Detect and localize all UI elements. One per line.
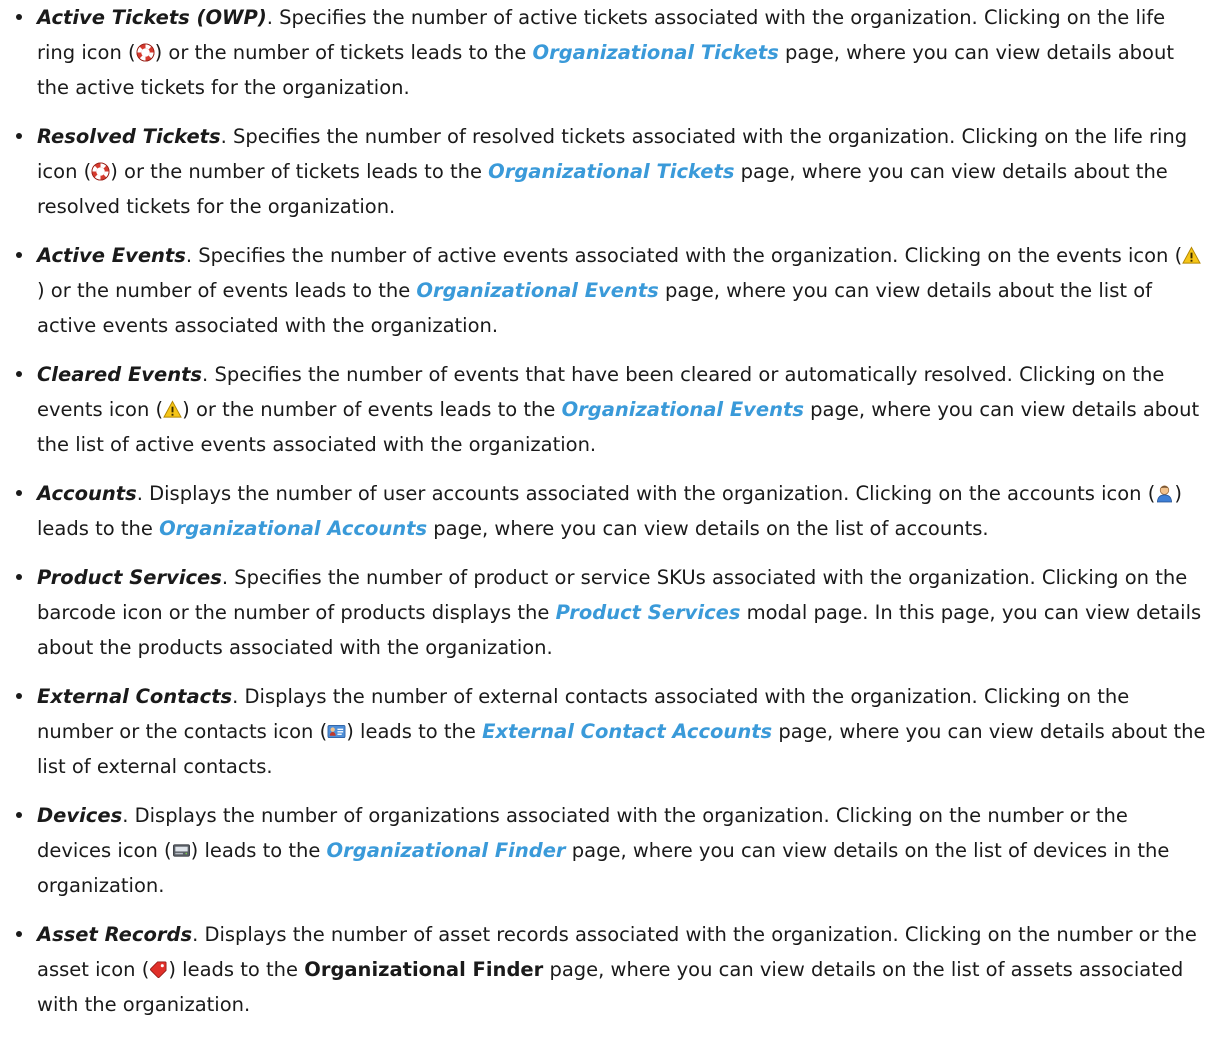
warning-icon[interactable] <box>1182 246 1202 265</box>
term: Active Tickets (OWP) <box>37 6 267 29</box>
list-item: Active Events. Specifies the number of a… <box>0 238 1216 343</box>
organizational-tickets-link[interactable]: Organizational Tickets <box>488 160 734 183</box>
organizational-tickets-link[interactable]: Organizational Tickets <box>533 41 779 64</box>
list-item: Asset Records. Displays the number of as… <box>0 917 1216 1022</box>
list-item: Active Tickets (OWP). Specifies the numb… <box>0 0 1216 105</box>
list-item: Accounts. Displays the number of user ac… <box>0 476 1216 546</box>
field-description-list: Active Tickets (OWP) . Specifies the numb… <box>0 0 1216 1022</box>
list-item: External Contacts. Displays the number o… <box>0 679 1216 784</box>
description-text: ) leads to the <box>190 839 327 862</box>
description-text: ) leads to the <box>168 958 305 981</box>
term: Asset Records <box>37 923 193 946</box>
external-contact-accounts-link[interactable]: External Contact Accounts <box>482 720 772 743</box>
organizational-finder-reference: Organizational Finder <box>304 958 544 981</box>
list-item: Devices. Displays the number of organiza… <box>0 798 1216 903</box>
term: Product Services <box>37 566 222 589</box>
term: Resolved Tickets <box>37 125 221 148</box>
description-text: ) leads to the <box>346 720 483 743</box>
term: Accounts <box>37 482 137 505</box>
device-icon[interactable] <box>172 841 191 860</box>
term: Cleared Events <box>37 363 203 386</box>
asset-tag-icon[interactable] <box>149 960 168 979</box>
warning-icon[interactable] <box>163 400 182 419</box>
life-ring-icon[interactable] <box>91 162 110 181</box>
contact-card-icon[interactable] <box>327 722 346 741</box>
description-text: ) or the number of events leads to the <box>182 398 562 421</box>
product-services-link[interactable]: Product Services <box>556 601 741 624</box>
description-text: . Displays the number of user accounts a… <box>136 482 1156 505</box>
user-icon[interactable] <box>1155 484 1174 503</box>
term: External Contacts <box>37 685 233 708</box>
description-text: ) or the number of tickets leads to the <box>110 160 489 183</box>
term: Devices <box>37 804 123 827</box>
description-text: ) or the number of tickets leads to the <box>154 41 533 64</box>
description-text: . Specifies the number of active events … <box>185 244 1183 267</box>
list-item: Resolved Tickets. Specifies the number o… <box>0 119 1216 224</box>
organizational-events-link[interactable]: Organizational Events <box>562 398 804 421</box>
description-text: ) or the number of events leads to the <box>37 279 417 302</box>
description-text: page, where you can view details on the … <box>427 517 989 540</box>
list-item: Cleared Events. Specifies the number of … <box>0 357 1216 462</box>
life-ring-icon[interactable] <box>136 43 155 62</box>
list-item: Product Services. Specifies the number o… <box>0 560 1216 665</box>
organizational-accounts-link[interactable]: Organizational Accounts <box>159 517 427 540</box>
organizational-events-link[interactable]: Organizational Events <box>416 279 658 302</box>
term: Active Events <box>37 244 186 267</box>
organizational-finder-link[interactable]: Organizational Finder <box>327 839 566 862</box>
